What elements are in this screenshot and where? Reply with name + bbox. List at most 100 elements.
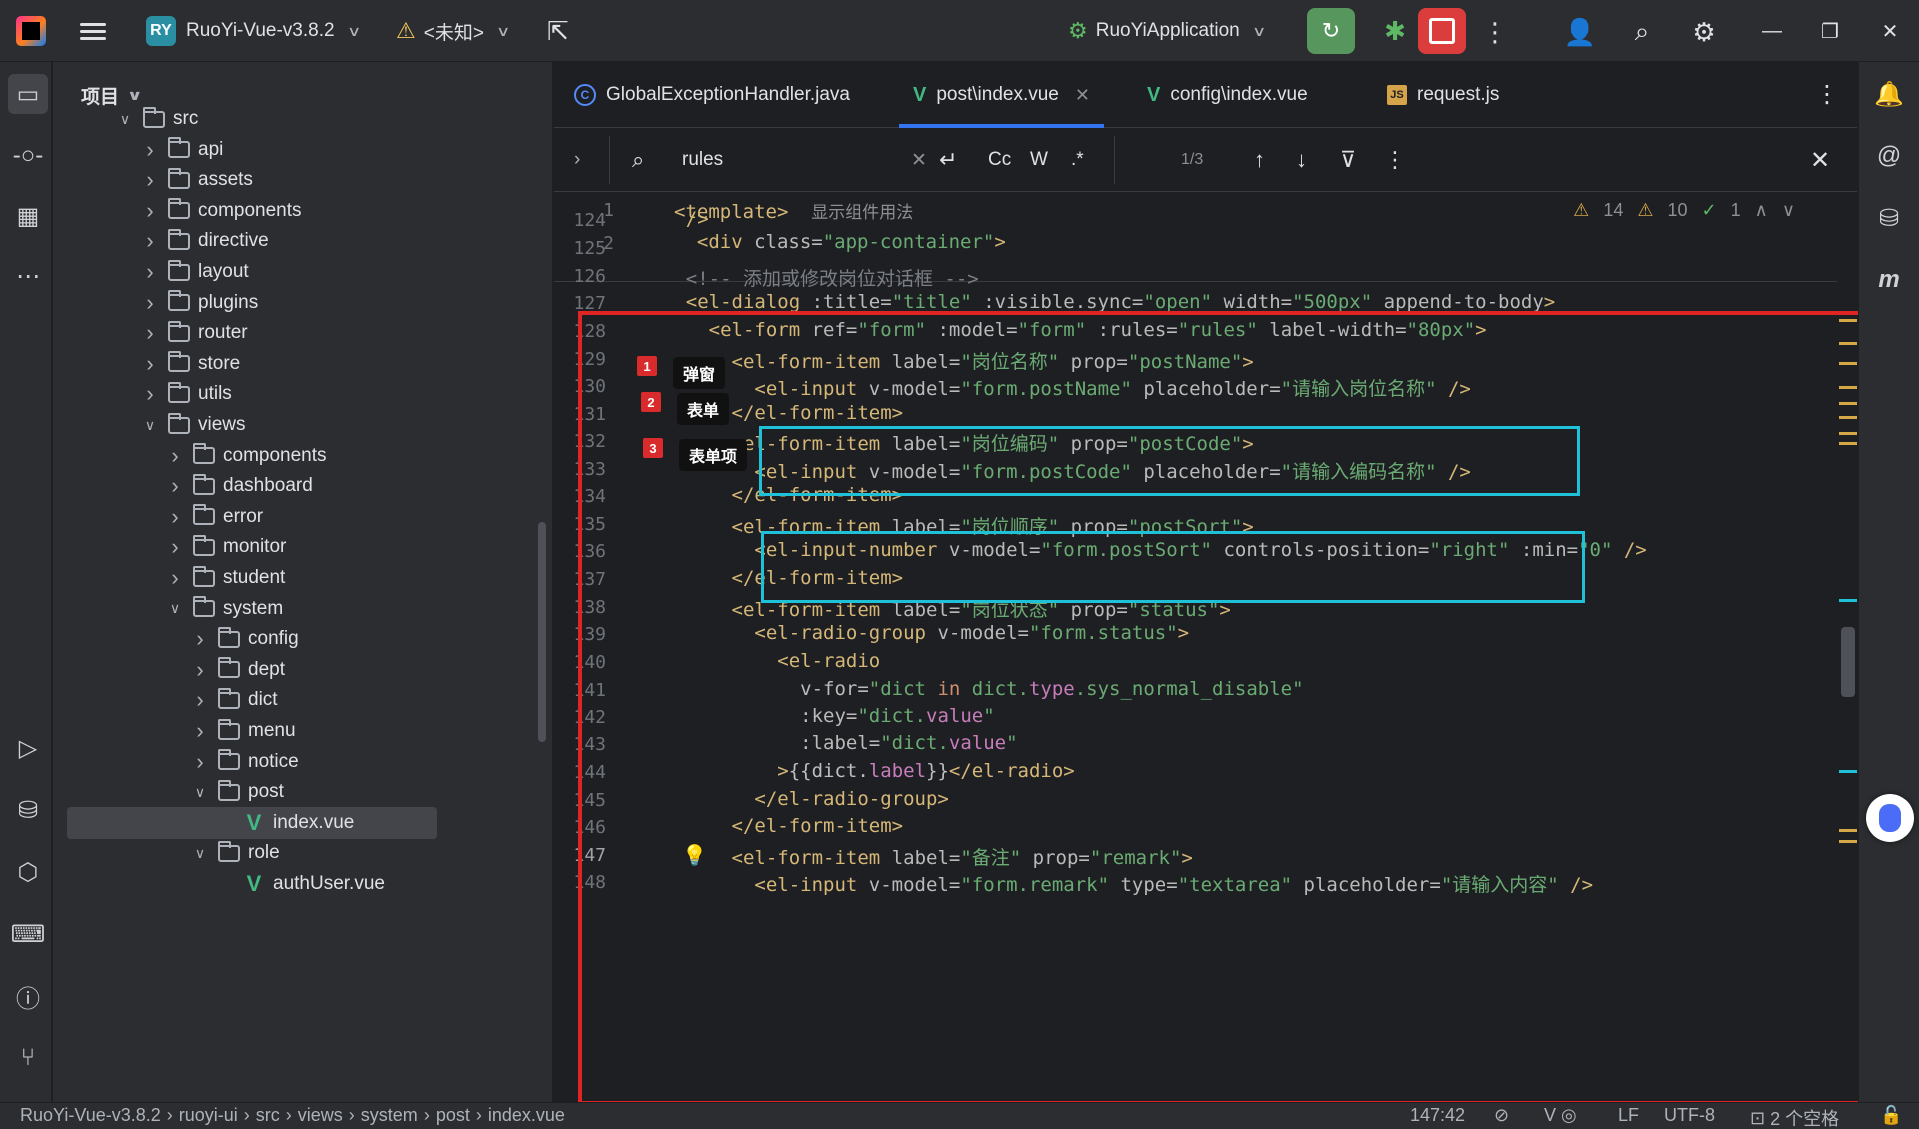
- chevron-right-icon[interactable]: ›: [138, 351, 162, 377]
- maven-icon[interactable]: m: [1869, 260, 1909, 300]
- close-window-button[interactable]: ✕: [1870, 14, 1910, 48]
- tree-folder-item[interactable]: › menu: [188, 716, 295, 746]
- tab-globalexceptionhandler[interactable]: C GlobalExceptionHandler.java: [574, 62, 850, 128]
- tree-folder-item[interactable]: › dashboard: [163, 471, 312, 501]
- tree-folder-item[interactable]: › config: [188, 624, 298, 654]
- tree-folder-item[interactable]: › notice: [188, 747, 298, 777]
- tab-post-index-vue[interactable]: V post\index.vue ✕: [899, 62, 1104, 128]
- chevron-right-icon[interactable]: ›: [163, 504, 187, 530]
- chevron-right-icon[interactable]: ›: [188, 749, 212, 775]
- tree-folder-item[interactable]: › dict: [188, 685, 277, 715]
- chevron-right-icon[interactable]: ›: [138, 167, 162, 193]
- more-tools-icon[interactable]: ⋯: [8, 256, 48, 296]
- chevron-right-icon[interactable]: ›: [188, 657, 212, 683]
- terminal-icon[interactable]: ⌨: [8, 914, 48, 954]
- restore-button[interactable]: ❐: [1810, 14, 1850, 48]
- chevron-right-icon[interactable]: ›: [188, 626, 212, 652]
- usage-hint[interactable]: 显示组件用法: [811, 203, 913, 223]
- tree-folder-item[interactable]: ∨ post: [188, 777, 284, 807]
- file-encoding[interactable]: UTF-8: [1664, 1105, 1715, 1126]
- code-line[interactable]: <el-dialog :title="title" :visible.sync=…: [636, 291, 1555, 313]
- more-icon[interactable]: ⋮: [1475, 12, 1515, 52]
- open-external-icon[interactable]: ⇱: [547, 0, 569, 62]
- chevron-right-icon[interactable]: ›: [138, 228, 162, 254]
- search-icon[interactable]: ⌕: [1622, 12, 1662, 52]
- tree-folder-item[interactable]: ∨ role: [188, 838, 280, 868]
- tree-folder-item[interactable]: › monitor: [163, 532, 286, 562]
- vue-status-icon[interactable]: V ◎: [1544, 1105, 1577, 1126]
- breadcrumb-item[interactable]: post: [436, 1105, 470, 1126]
- find-input[interactable]: rules: [682, 128, 862, 192]
- sticky-line-2[interactable]: <div class="app-container">: [674, 231, 1006, 253]
- breadcrumb-item[interactable]: src: [256, 1105, 280, 1126]
- indent-setting[interactable]: ⊡ 2 个空格: [1750, 1105, 1839, 1129]
- add-user-icon[interactable]: 👤: [1560, 12, 1600, 52]
- services-icon[interactable]: ⬡: [8, 852, 48, 892]
- debug-button[interactable]: ✱: [1372, 8, 1418, 54]
- breadcrumb-item[interactable]: index.vue: [488, 1105, 565, 1126]
- ai-assistant-icon[interactable]: @: [1869, 136, 1909, 176]
- clear-search-icon[interactable]: ✕: [911, 128, 927, 192]
- tree-folder-item[interactable]: › api: [138, 135, 223, 165]
- minimize-button[interactable]: —: [1752, 14, 1792, 48]
- new-line-icon[interactable]: ↵: [939, 128, 957, 192]
- inspection-widget[interactable]: ⚠ 14 ⚠ 10 ✓ 1 ∧ ∨: [1573, 200, 1795, 221]
- rerun-button[interactable]: ↻: [1307, 8, 1355, 54]
- tree-file-item[interactable]: Vindex.vue: [213, 808, 355, 838]
- search-history-icon[interactable]: ⌕: [632, 128, 644, 192]
- chevron-right-icon[interactable]: ›: [138, 259, 162, 285]
- chevron-down-icon[interactable]: ∨: [113, 111, 137, 128]
- floating-plugin-icon[interactable]: [1866, 794, 1914, 842]
- stop-button[interactable]: [1418, 8, 1466, 54]
- previous-problem-icon[interactable]: ∧: [1755, 200, 1768, 221]
- expand-replace-icon[interactable]: ›: [574, 128, 580, 192]
- whole-words-toggle[interactable]: W: [1030, 128, 1048, 192]
- database-icon[interactable]: ⛁: [1869, 198, 1909, 238]
- close-tab-icon[interactable]: ✕: [1075, 85, 1090, 106]
- tree-folder-item[interactable]: › assets: [138, 165, 253, 195]
- line-separator[interactable]: LF: [1618, 1105, 1639, 1126]
- tree-folder-item[interactable]: ∨ src: [113, 104, 198, 134]
- tab-config-index-vue[interactable]: V config\index.vue: [1147, 62, 1308, 128]
- match-case-toggle[interactable]: Cc: [988, 128, 1011, 192]
- run-icon[interactable]: ▷: [8, 728, 48, 768]
- sticky-line-1[interactable]: <template> 显示组件用法: [674, 198, 913, 223]
- find-more-icon[interactable]: ⋮: [1384, 128, 1406, 192]
- tree-folder-item[interactable]: ∨ views: [138, 410, 246, 440]
- lock-icon[interactable]: 🔓: [1880, 1105, 1902, 1126]
- vcs-widget[interactable]: ⚠ <未知> ∨: [396, 0, 510, 62]
- code-line[interactable]: <!-- 添加或修改岗位对话框 -->: [636, 264, 979, 291]
- main-menu-button[interactable]: [80, 0, 114, 62]
- chevron-down-icon[interactable]: ∨: [138, 417, 162, 434]
- tree-folder-item[interactable]: ∨ system: [163, 594, 283, 624]
- tree-folder-item[interactable]: › store: [138, 349, 240, 379]
- chevron-right-icon[interactable]: ›: [188, 718, 212, 744]
- filter-icon[interactable]: ⊽: [1340, 128, 1356, 192]
- caret-position[interactable]: 147:42: [1410, 1105, 1465, 1126]
- tabs-more-icon[interactable]: ⋮: [1815, 80, 1839, 109]
- project-switcher[interactable]: RY RuoYi-Vue-v3.8.2 ∨: [146, 0, 361, 62]
- tree-folder-item[interactable]: › layout: [138, 257, 248, 287]
- problems-icon[interactable]: ⓘ: [8, 976, 48, 1016]
- tree-folder-item[interactable]: › directive: [138, 226, 268, 256]
- tree-folder-item[interactable]: › error: [163, 502, 263, 532]
- project-folder-icon[interactable]: ▭: [8, 74, 48, 114]
- settings-gear-icon[interactable]: ⚙: [1684, 12, 1724, 52]
- close-find-icon[interactable]: ✕: [1810, 128, 1830, 192]
- chevron-down-icon[interactable]: ∨: [188, 784, 212, 801]
- previous-occurrence-icon[interactable]: ↑: [1254, 128, 1265, 192]
- tree-folder-item[interactable]: › plugins: [138, 288, 258, 318]
- breadcrumb-item[interactable]: ruoyi-ui: [179, 1105, 238, 1126]
- chevron-right-icon[interactable]: ›: [163, 534, 187, 560]
- tree-folder-item[interactable]: › components: [163, 441, 326, 471]
- tree-file-item[interactable]: VauthUser.vue: [213, 869, 385, 899]
- next-occurrence-icon[interactable]: ↓: [1296, 128, 1307, 192]
- breadcrumb-item[interactable]: RuoYi-Vue-v3.8.2: [20, 1105, 161, 1126]
- breadcrumb-item[interactable]: views: [298, 1105, 343, 1126]
- tree-folder-item[interactable]: › dept: [188, 655, 285, 685]
- chevron-down-icon[interactable]: ∨: [188, 845, 212, 862]
- chevron-right-icon[interactable]: ›: [188, 687, 212, 713]
- commit-icon[interactable]: -○-: [8, 136, 48, 176]
- run-config-selector[interactable]: ⚙ RuoYiApplication ∨: [1068, 0, 1266, 62]
- regex-toggle[interactable]: .*: [1071, 128, 1084, 192]
